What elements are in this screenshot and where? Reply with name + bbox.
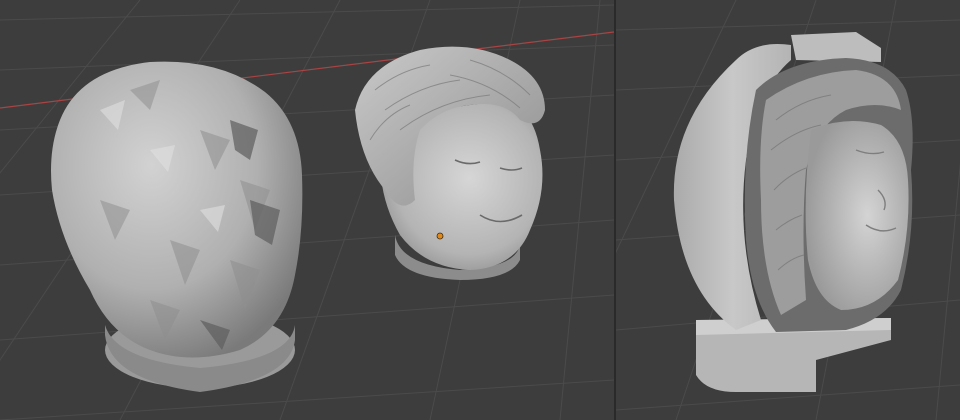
3d-viewport-right[interactable] xyxy=(614,0,960,420)
viewport-split xyxy=(0,0,960,420)
viewport-left-canvas[interactable] xyxy=(0,0,614,420)
viewport-right-canvas[interactable] xyxy=(616,0,960,420)
low-poly-head-mesh[interactable] xyxy=(51,61,303,392)
origin-dot-icon xyxy=(436,232,444,240)
3d-viewport-left[interactable] xyxy=(0,0,614,420)
detailed-head-scan-mesh[interactable] xyxy=(355,46,545,280)
